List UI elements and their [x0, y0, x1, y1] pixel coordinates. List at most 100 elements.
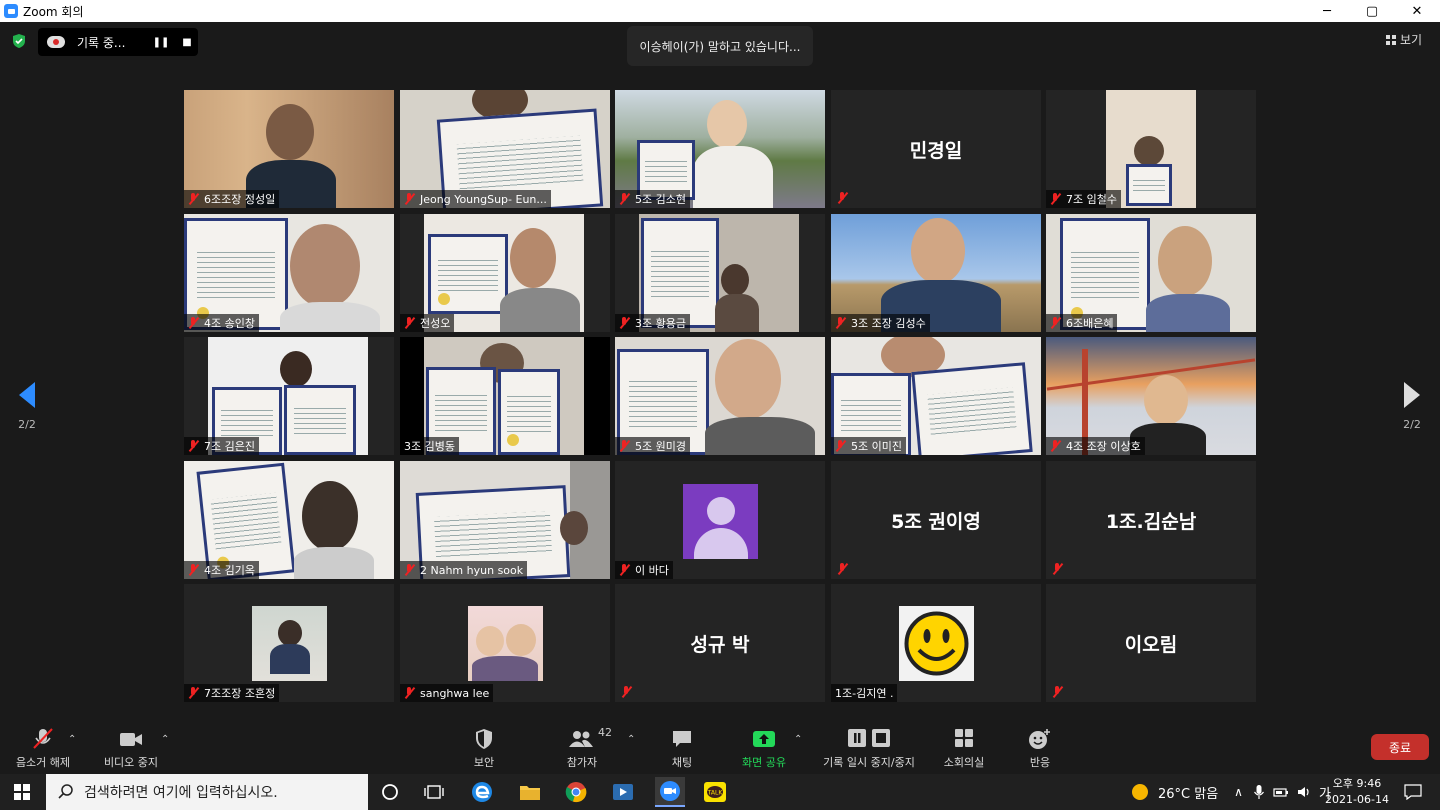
windows-taskbar: 검색하려면 여기에 입력하십시오. TALK 26°C 맑음 ∧ 가 오후 9:… [0, 774, 1440, 810]
video-tile[interactable]: 성규 박 [615, 584, 825, 702]
volume-tray-icon[interactable] [1297, 785, 1313, 799]
share-options-chevron-icon[interactable]: ⌃ [794, 734, 802, 745]
microphone-tray-icon[interactable] [1253, 784, 1265, 800]
clock-time: 오후 9:46 [1332, 777, 1382, 790]
video-tile[interactable]: 이 바다 [615, 461, 825, 579]
recording-label: 기록 중... [77, 35, 126, 50]
muted-mic-icon [188, 564, 199, 576]
windows-start-icon[interactable] [9, 780, 35, 804]
stop-recording-button[interactable]: ■ [180, 35, 194, 49]
participant-display-name: 5조 권이영 [891, 510, 981, 533]
media-app-icon[interactable] [610, 780, 636, 804]
smiley-profile-icon [899, 606, 974, 681]
edge-browser-icon[interactable] [469, 780, 495, 804]
participant-name-tag: 7조조장 조혼정 [184, 684, 280, 702]
video-tile[interactable]: 1조-김지연 . [831, 584, 1041, 702]
participants-chevron-icon[interactable]: ⌃ [627, 734, 635, 745]
muted-mic-icon [619, 564, 630, 576]
participant-display-name: 1조.김순남 [1105, 510, 1197, 533]
muted-mic-icon [404, 193, 415, 205]
video-tile[interactable]: 4조 송인창 [184, 214, 394, 332]
participant-name-tag: Jeong YoungSup- Eun... [400, 190, 551, 208]
taskbar-search-box[interactable]: 검색하려면 여기에 입력하십시오. [46, 774, 368, 810]
video-tile[interactable]: 5조 이미진 [831, 337, 1041, 455]
maximize-button[interactable]: ▢ [1349, 0, 1395, 22]
participant-name-tag: 6조조장 정성일 [184, 190, 280, 208]
arrow-right-icon [1404, 382, 1420, 408]
close-button[interactable]: ✕ [1394, 0, 1440, 22]
participant-name-tag: 7조 김은진 [184, 437, 259, 455]
prev-page-button[interactable]: 2/2 [12, 382, 42, 431]
chat-button[interactable]: 채팅 [662, 728, 702, 770]
share-screen-button[interactable]: 화면 공유 [734, 728, 794, 770]
weather-sun-icon[interactable] [1130, 782, 1150, 802]
zoom-taskbar-icon[interactable] [655, 777, 685, 807]
end-meeting-button[interactable]: 종료 [1371, 734, 1429, 760]
video-tile[interactable]: 1조.김순남 [1046, 461, 1256, 579]
file-explorer-icon[interactable] [517, 780, 543, 804]
muted-mic-icon [619, 317, 630, 329]
video-tile[interactable]: 5조 원미경 [615, 337, 825, 455]
profile-photo [468, 606, 543, 681]
task-view-icon[interactable] [421, 780, 447, 804]
video-tile[interactable]: 민경일 [831, 90, 1041, 208]
security-shield-icon[interactable] [11, 33, 27, 49]
arrow-left-icon [19, 382, 35, 408]
video-tile[interactable]: 7조조장 조혼정 [184, 584, 394, 702]
pause-recording-button[interactable]: ❚❚ [153, 35, 170, 49]
chrome-icon[interactable] [563, 780, 589, 804]
muted-mic-icon [1050, 440, 1061, 452]
tray-expand-chevron-icon[interactable]: ∧ [1234, 785, 1243, 799]
page-indicator-right: 2/2 [1403, 418, 1421, 431]
minimize-button[interactable]: ─ [1304, 0, 1350, 22]
taskbar-clock[interactable]: 오후 9:46 2021-06-14 [1324, 776, 1390, 808]
reactions-button[interactable]: 반응 [1020, 728, 1060, 770]
participants-icon: 42 [556, 726, 612, 750]
participants-button[interactable]: 42 참가자 [556, 726, 612, 770]
participant-name-tag: sanghwa lee [400, 684, 494, 702]
audio-options-chevron-icon[interactable]: ⌃ [68, 734, 76, 745]
video-tile[interactable]: 5조 권이영 [831, 461, 1041, 579]
video-tile[interactable]: 3조 황용금 [615, 214, 825, 332]
pause-stop-recording-button[interactable]: 기록 일시 중지/중지 [816, 728, 922, 770]
video-tile[interactable]: Jeong YoungSup- Eun... [400, 90, 610, 208]
video-tile[interactable]: 6조배은혜 [1046, 214, 1256, 332]
view-button[interactable]: 보기 [1386, 31, 1422, 48]
breakout-rooms-button[interactable]: 소회의실 [940, 728, 988, 770]
meeting-stage: 기록 중... ❚❚ ■ 이승헤이(가) 말하고 있습니다... 보기 2/2 … [0, 22, 1440, 722]
security-button[interactable]: 보안 [464, 728, 504, 770]
video-tile[interactable]: 4조 김기옥 [184, 461, 394, 579]
breakout-rooms-icon [940, 728, 988, 750]
share-screen-icon [734, 728, 794, 750]
video-tile[interactable]: 2 Nahm hyun sook [400, 461, 610, 579]
next-page-button[interactable]: 2/2 [1397, 382, 1427, 431]
participant-display-name: 이오림 [1124, 633, 1178, 656]
battery-tray-icon[interactable] [1273, 785, 1289, 799]
video-options-chevron-icon[interactable]: ⌃ [161, 734, 169, 745]
video-tile[interactable]: 7조 임철수 [1046, 90, 1256, 208]
stop-video-button[interactable]: 비디오 중지 [100, 728, 162, 770]
kakaotalk-icon[interactable]: TALK [702, 780, 728, 804]
participant-name-tag: 이 바다 [615, 561, 673, 579]
cortana-icon[interactable] [377, 780, 403, 804]
weather-text[interactable]: 26°C 맑음 [1158, 783, 1218, 802]
video-tile[interactable]: 3조 김병동 [400, 337, 610, 455]
default-avatar-icon [683, 484, 758, 559]
video-tile[interactable]: 7조 김은진 [184, 337, 394, 455]
video-tile[interactable]: 이오림 [1046, 584, 1256, 702]
search-placeholder: 검색하려면 여기에 입력하십시오. [84, 785, 278, 801]
participant-name-tag: 5조 김소현 [615, 190, 690, 208]
zoom-logo-icon [4, 4, 18, 18]
shield-icon [464, 728, 504, 750]
window-title: Zoom 회의 [23, 4, 84, 19]
video-tile[interactable]: 5조 김소현 [615, 90, 825, 208]
video-tile[interactable]: 4조 조장 이상호 [1046, 337, 1256, 455]
participant-name-tag: 5조 이미진 [831, 437, 906, 455]
video-tile[interactable]: 3조 조장 김성수 [831, 214, 1041, 332]
video-tile[interactable]: 전성오 [400, 214, 610, 332]
unmute-button[interactable]: 음소거 해제 [12, 728, 74, 770]
notifications-icon[interactable] [1400, 780, 1426, 804]
video-tile[interactable]: sanghwa lee [400, 584, 610, 702]
muted-mic-icon [188, 317, 199, 329]
video-tile[interactable]: 6조조장 정성일 [184, 90, 394, 208]
